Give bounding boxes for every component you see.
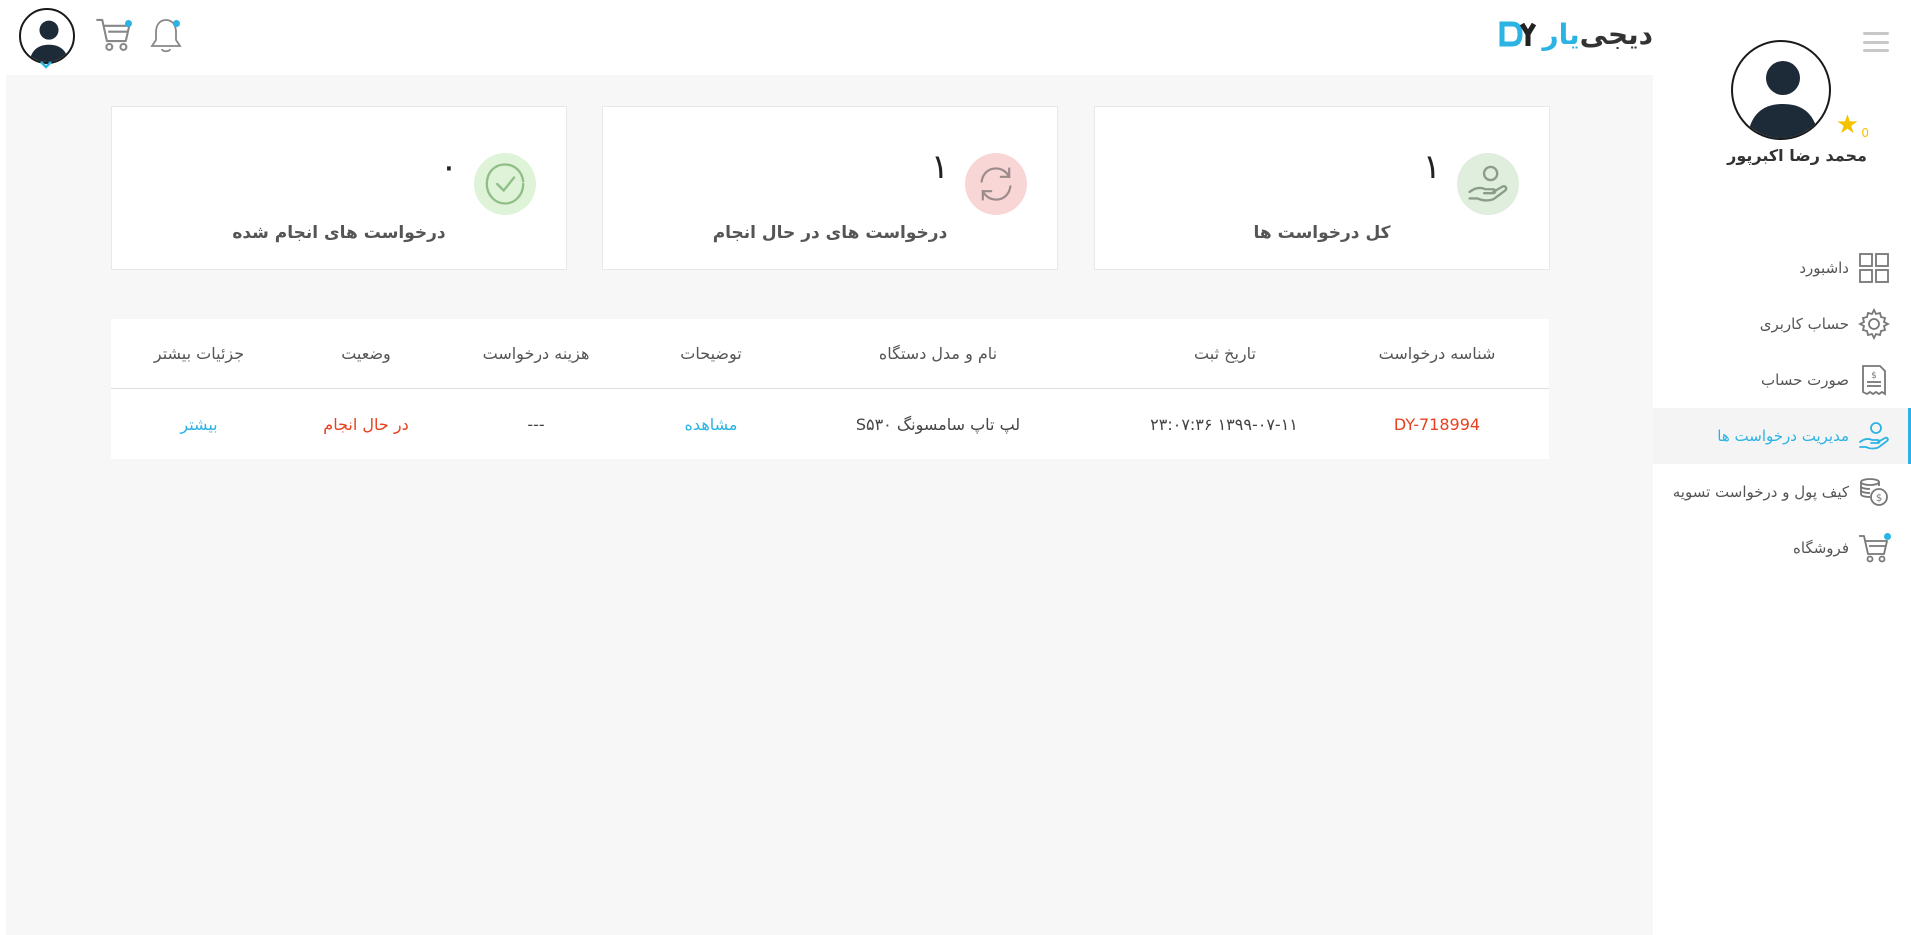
column-header: تاریخ ثبت (1194, 344, 1256, 363)
coins-icon: $ (1857, 475, 1891, 509)
table-row: DY-718994 ۱۳۹۹-۰۷-۱۱ ۲۳:۰۷:۳۶ لپ تاپ سام… (111, 390, 1549, 459)
sidebar-item-label: داشبورد (1799, 259, 1849, 277)
requests-table: شناسه درخواست تاریخ ثبت نام و مدل دستگاه… (111, 319, 1549, 459)
table-header: شناسه درخواست تاریخ ثبت نام و مدل دستگاه… (111, 319, 1549, 389)
column-header: وضعیت (341, 344, 391, 363)
chevron-down-icon[interactable] (39, 60, 53, 72)
sidebar-item-wallet[interactable]: $ کیف پول و درخواست تسویه (1653, 464, 1911, 520)
column-header: نام و مدل دستگاه (878, 344, 998, 363)
profile-avatar[interactable] (1731, 40, 1831, 140)
main-content: ۱ کل درخواست ها ۱ درخواست های در حال انج… (6, 75, 1653, 935)
logo-text-accent: یار (1542, 17, 1580, 51)
header-cart-icon[interactable] (94, 14, 134, 54)
hamburger-menu-icon[interactable] (1863, 32, 1889, 52)
notification-bell-icon[interactable] (148, 16, 184, 54)
stat-label: کل درخواست ها (1253, 223, 1391, 243)
column-header: هزینه درخواست (482, 344, 590, 363)
check-circle-icon (474, 153, 536, 215)
sidebar-item-label: صورت حساب (1761, 371, 1849, 389)
device-model: لپ تاپ سامسونگ S۵۳۰ (855, 415, 1021, 434)
stat-card-total: ۱ کل درخواست ها (1094, 106, 1550, 270)
sidebar-item-label: فروشگاه (1793, 539, 1849, 557)
stat-count: ۱ (930, 147, 949, 187)
more-details-link[interactable]: بیشتر (131, 390, 267, 459)
star-icon: ★ (1835, 110, 1859, 140)
invoice-icon: $ (1857, 363, 1891, 397)
stat-card-completed: ۰ درخواست های انجام شده (111, 106, 567, 270)
sidebar-item-account[interactable]: حساب کاربری (1653, 296, 1911, 352)
gear-icon (1857, 307, 1891, 341)
cart-icon (1857, 531, 1891, 565)
status-badge: در حال انجام (323, 415, 409, 434)
hand-icon (1857, 419, 1891, 453)
sidebar-item-requests[interactable]: مدیریت درخواست ها (1653, 408, 1911, 464)
stat-count: ۰ (439, 147, 458, 187)
stat-label: درخواست های انجام شده (232, 223, 446, 243)
column-header: شناسه درخواست (1378, 344, 1496, 363)
star-count: 0 (1861, 126, 1869, 140)
dashboard-grid-icon (1857, 251, 1891, 285)
column-header: جزئیات بیشتر (153, 344, 245, 363)
logo[interactable]: دیجی یار (1498, 14, 1653, 54)
top-header: دیجی یار (6, 0, 1653, 75)
stat-card-in-progress: ۱ درخواست های در حال انجام (602, 106, 1058, 270)
request-cost: --- (527, 415, 545, 434)
profile-name: محمد رضا اکبرپور (1727, 146, 1867, 165)
column-header: توضیحات (680, 344, 742, 363)
sidebar-nav: داشبورد حساب کاربری $ صورت حساب مدیریت د… (1653, 240, 1911, 576)
header-avatar[interactable] (19, 8, 75, 64)
sidebar-item-label: حساب کاربری (1759, 315, 1849, 333)
sidebar-item-label: مدیریت درخواست ها (1717, 427, 1849, 445)
logo-mark-icon (1499, 21, 1537, 47)
stat-count: ۱ (1422, 147, 1441, 187)
sidebar-item-label: کیف پول و درخواست تسویه (1672, 483, 1849, 501)
sync-icon (965, 153, 1027, 215)
request-date: ۱۳۹۹-۰۷-۱۱ ۲۳:۰۷:۳۶ (1150, 415, 1298, 434)
sidebar: ★ 0 محمد رضا اکبرپور داشبورد حساب کاربری (1653, 0, 1911, 935)
sidebar-item-dashboard[interactable]: داشبورد (1653, 240, 1911, 296)
stat-label: درخواست های در حال انجام (712, 223, 948, 243)
sidebar-item-shop[interactable]: فروشگاه (1653, 520, 1911, 576)
svg-text:$: $ (1871, 371, 1877, 381)
view-description-link[interactable]: مشاهده (631, 390, 791, 459)
hand-icon (1457, 153, 1519, 215)
request-id[interactable]: DY-718994 (1347, 390, 1527, 459)
logo-text: دیجی (1579, 17, 1653, 51)
svg-text:$: $ (1876, 493, 1882, 504)
sidebar-item-invoice[interactable]: $ صورت حساب (1653, 352, 1911, 408)
